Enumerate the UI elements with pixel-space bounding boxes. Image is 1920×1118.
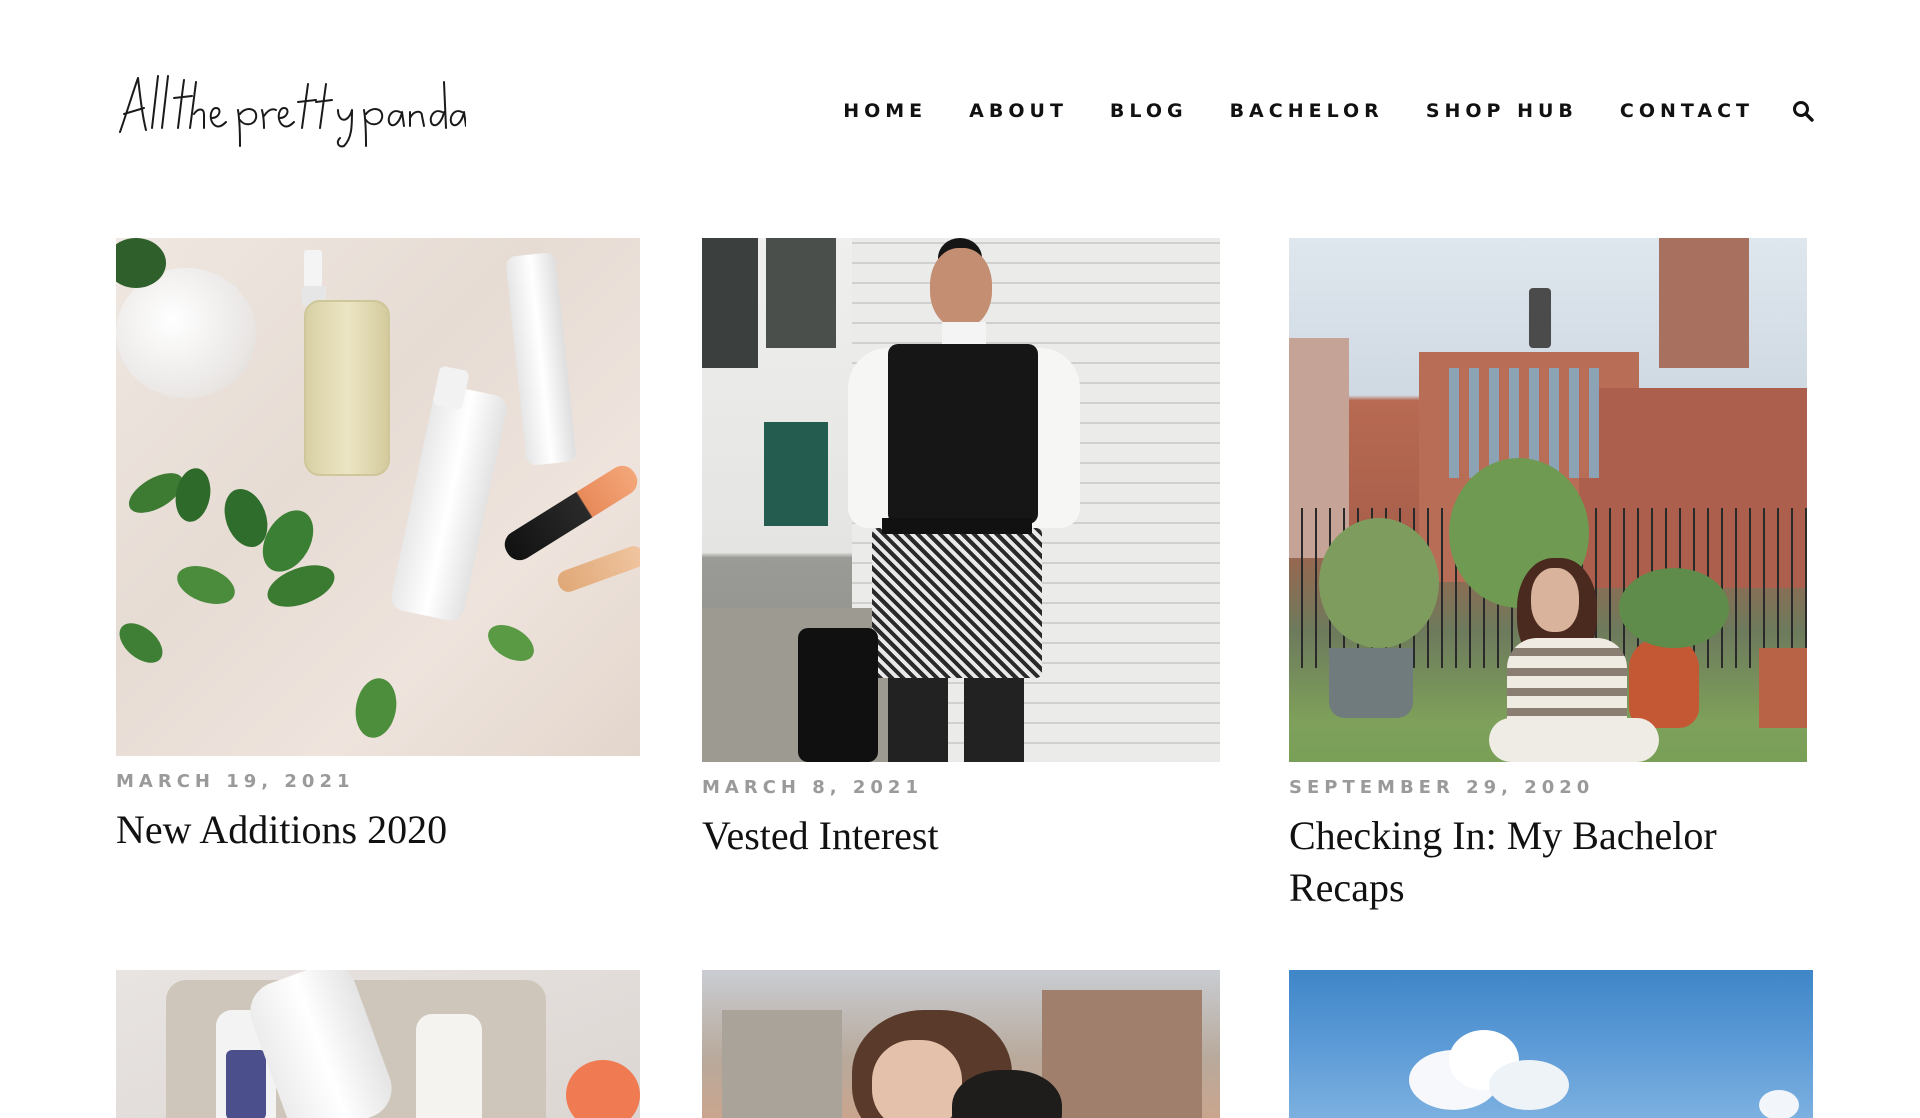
post-thumbnail-beauty-products[interactable] [116, 238, 640, 756]
post-date: SEPTEMBER 29, 2020 [1289, 777, 1595, 798]
post-date: MARCH 19, 2021 [116, 771, 355, 792]
post-thumbnail-skincare-basket[interactable] [116, 970, 640, 1118]
logo-script-image [119, 75, 467, 148]
post-title[interactable]: Vested Interest [702, 810, 1220, 862]
site-logo[interactable] [116, 70, 467, 150]
search-icon [1793, 101, 1814, 122]
post-thumbnail-couple-rooftop[interactable] [702, 970, 1220, 1118]
nav-home[interactable]: HOME [843, 97, 927, 125]
post-thumbnail-blue-sky[interactable] [1289, 970, 1813, 1118]
search-button[interactable] [1790, 98, 1816, 124]
main-nav: HOME ABOUT BLOG BACHELOR SHOP HUB CONTAC… [843, 97, 1816, 125]
nav-shop-hub[interactable]: SHOP HUB [1426, 97, 1578, 125]
post-card [702, 970, 1220, 1118]
page: HOME ABOUT BLOG BACHELOR SHOP HUB CONTAC… [0, 0, 1920, 1118]
post-date: MARCH 8, 2021 [702, 777, 923, 798]
post-card: SEPTEMBER 29, 2020 Checking In: My Bache… [1289, 238, 1807, 914]
post-card: MARCH 8, 2021 Vested Interest [702, 238, 1220, 862]
post-card [116, 970, 640, 1118]
nav-contact[interactable]: CONTACT [1620, 97, 1754, 125]
nav-about[interactable]: ABOUT [969, 97, 1068, 125]
post-title[interactable]: New Additions 2020 [116, 804, 640, 856]
nav-blog[interactable]: BLOG [1110, 97, 1188, 125]
post-thumbnail-bachelor-recaps[interactable] [1289, 238, 1807, 762]
post-thumbnail-vested-interest[interactable] [702, 238, 1220, 762]
post-title[interactable]: Checking In: My Bachelor Recaps [1289, 810, 1789, 914]
nav-bachelor[interactable]: BACHELOR [1230, 97, 1384, 125]
post-card: MARCH 19, 2021 New Additions 2020 [116, 238, 640, 856]
post-card [1289, 970, 1813, 1118]
